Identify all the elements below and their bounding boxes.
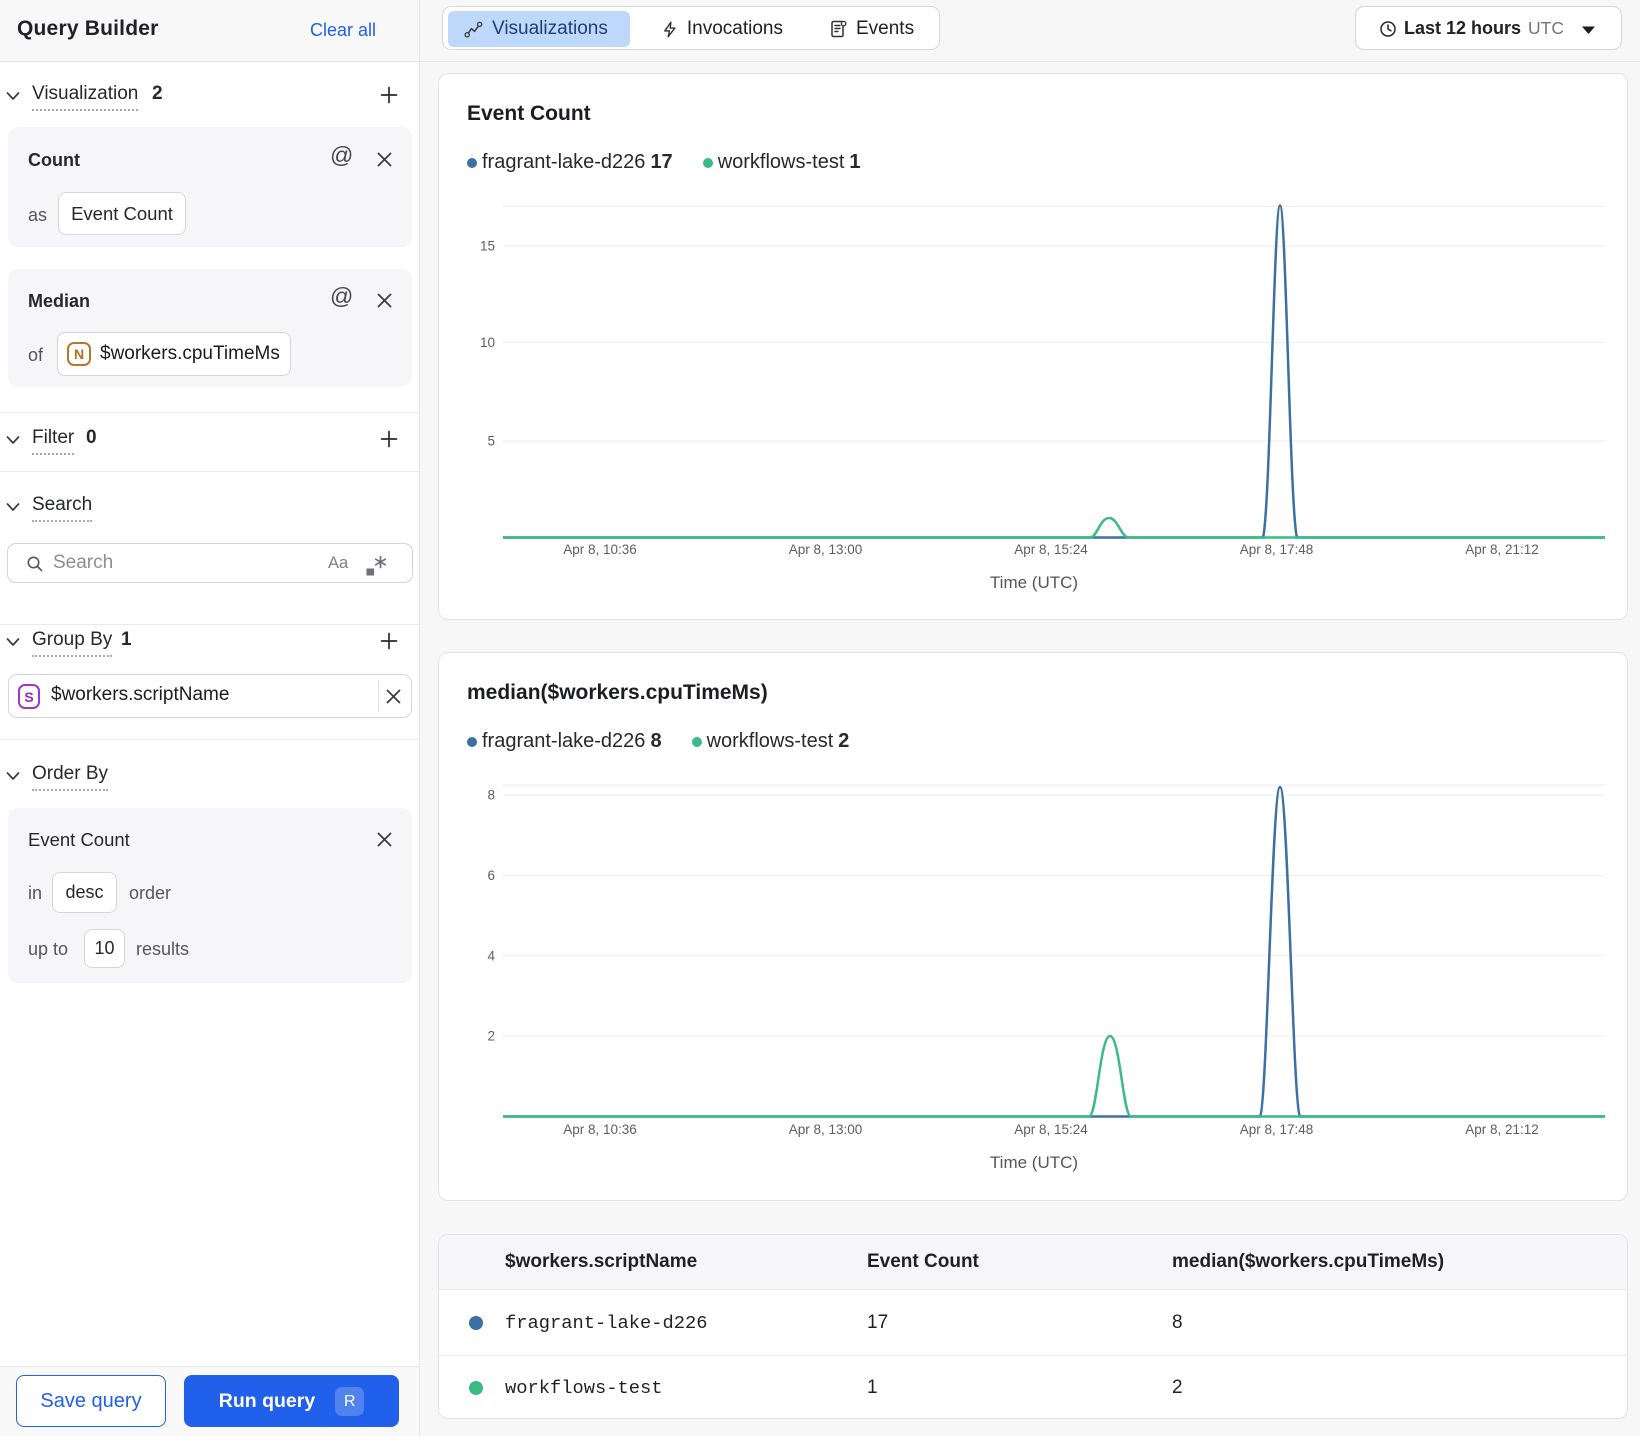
svg-text:Time (UTC): Time (UTC) — [990, 1153, 1078, 1172]
svg-text:4: 4 — [487, 948, 495, 963]
svg-text:10: 10 — [480, 335, 495, 350]
svg-text:Apr 8, 13:00: Apr 8, 13:00 — [789, 542, 863, 557]
svg-text:15: 15 — [480, 239, 495, 254]
svg-text:Apr 8, 10:36: Apr 8, 10:36 — [563, 542, 637, 557]
svg-text:Apr 8, 15:24: Apr 8, 15:24 — [1014, 1122, 1088, 1137]
svg-text:Apr 8, 15:24: Apr 8, 15:24 — [1014, 542, 1088, 557]
svg-text:Apr 8, 10:36: Apr 8, 10:36 — [563, 1122, 637, 1137]
svg-text:Apr 8, 13:00: Apr 8, 13:00 — [789, 1122, 863, 1137]
svg-text:Apr 8, 17:48: Apr 8, 17:48 — [1240, 1122, 1314, 1137]
svg-text:5: 5 — [487, 434, 495, 449]
svg-text:Time (UTC): Time (UTC) — [990, 573, 1078, 592]
svg-text:2: 2 — [487, 1029, 495, 1044]
svg-text:Apr 8, 21:12: Apr 8, 21:12 — [1465, 542, 1539, 557]
svg-text:Apr 8, 17:48: Apr 8, 17:48 — [1240, 542, 1314, 557]
svg-text:Apr 8, 21:12: Apr 8, 21:12 — [1465, 1122, 1539, 1137]
svg-text:8: 8 — [487, 788, 495, 803]
svg-text:6: 6 — [487, 868, 495, 883]
